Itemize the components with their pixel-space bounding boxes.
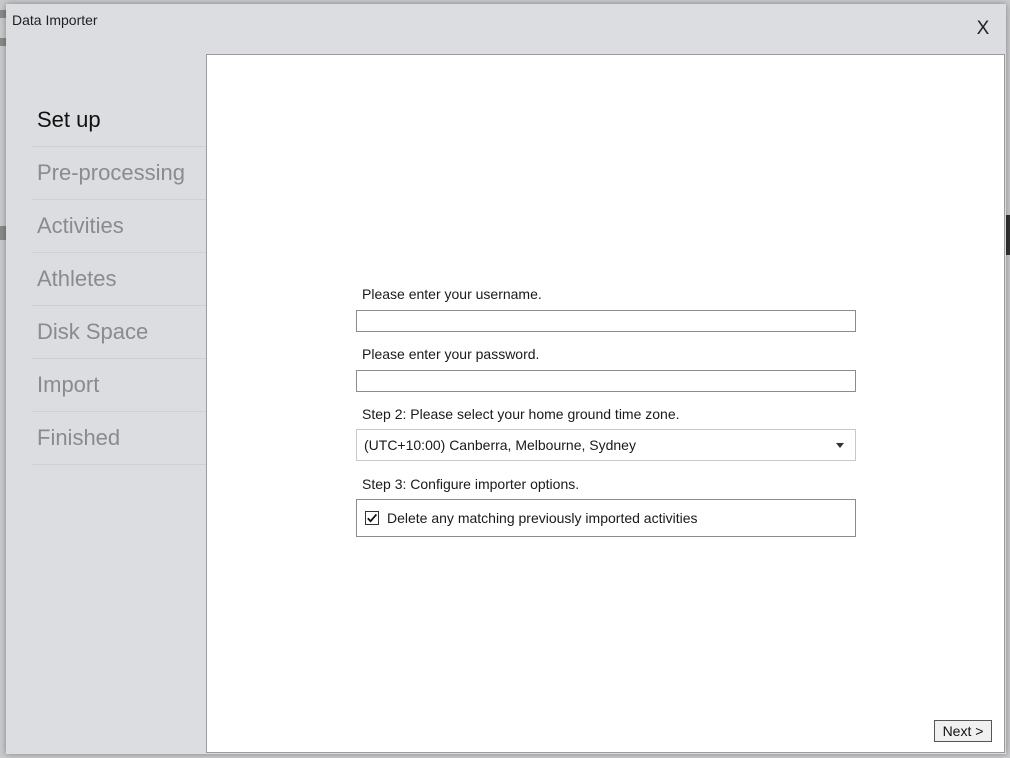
step-label: Import xyxy=(37,372,100,397)
close-button[interactable]: X xyxy=(960,4,1006,54)
window-title: Data Importer xyxy=(12,12,98,28)
step-label: Set up xyxy=(37,107,101,132)
step-pre-processing[interactable]: Pre-processing xyxy=(32,147,206,200)
step-activities[interactable]: Activities xyxy=(32,200,206,253)
timezone-selected-value: (UTC+10:00) Canberra, Melbourne, Sydney xyxy=(364,437,636,453)
next-button[interactable]: Next > xyxy=(934,720,992,742)
step-set-up[interactable]: Set up xyxy=(32,94,206,147)
step-label: Activities xyxy=(37,213,124,238)
step-label: Pre-processing xyxy=(37,160,185,185)
step-label: Finished xyxy=(37,425,121,450)
delete-matching-label: Delete any matching previously imported … xyxy=(387,510,698,526)
data-importer-dialog: Data Importer X Set up Pre-processing Ac… xyxy=(6,4,1006,754)
timezone-select[interactable]: (UTC+10:00) Canberra, Melbourne, Sydney xyxy=(356,429,856,461)
delete-matching-checkbox[interactable] xyxy=(365,511,379,525)
wizard-steps-sidebar: Set up Pre-processing Activities Athlete… xyxy=(32,94,206,465)
timezone-label: Step 2: Please select your home ground t… xyxy=(362,406,680,422)
chevron-down-icon xyxy=(836,443,844,448)
step-finished[interactable]: Finished xyxy=(32,412,206,465)
step-label: Athletes xyxy=(37,266,117,291)
setup-panel: Please enter your username. Please enter… xyxy=(206,54,1005,753)
password-label: Please enter your password. xyxy=(362,346,540,362)
step-label: Disk Space xyxy=(37,319,149,344)
password-field[interactable] xyxy=(356,370,856,392)
checkmark-icon xyxy=(367,513,378,523)
step-disk-space[interactable]: Disk Space xyxy=(32,306,206,359)
username-field[interactable] xyxy=(356,310,856,332)
next-button-label: Next > xyxy=(942,723,984,739)
username-label: Please enter your username. xyxy=(362,286,542,302)
importer-options-box: Delete any matching previously imported … xyxy=(356,499,856,537)
step-athletes[interactable]: Athletes xyxy=(32,253,206,306)
options-label: Step 3: Configure importer options. xyxy=(362,476,580,492)
step-import[interactable]: Import xyxy=(32,359,206,412)
close-icon: X xyxy=(976,18,990,39)
